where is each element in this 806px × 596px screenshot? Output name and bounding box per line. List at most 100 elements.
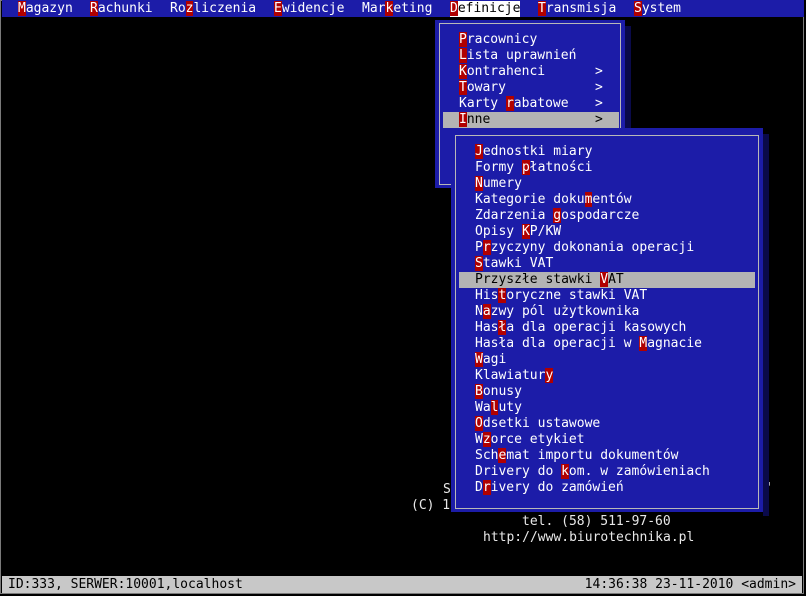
menu-item-towary[interactable]: Towary [459,80,506,96]
submenu-item[interactable]: Przyszłe stawki VAT [459,272,755,288]
item-text: Hasła dla operacji w [475,336,640,351]
menu-transmisja[interactable]: Transmisja [538,1,616,17]
item-text: agnacie [647,336,702,351]
hotkey-letter: r [482,240,491,255]
item-text: AT [608,272,624,287]
item-text: mat importu dokumentów [506,448,679,463]
item-text: zyczyny dokonania operacji [490,240,695,255]
submenu-item[interactable]: Schemat importu dokumentów [475,448,679,464]
status-bar: ID:333, SERWER:10001,localhost 14:36:38 … [2,576,802,593]
menu-item-lista-uprawnien[interactable]: Lista uprawnień [459,48,576,64]
menu-marketing[interactable]: Marketing [362,1,432,17]
item-text: racownicy [466,32,538,47]
menu-rachunki[interactable]: Rachunki [90,1,153,17]
item-text: abatowe [513,96,569,111]
item-text: onusy [482,384,522,399]
submenu-arrow-icon: > [595,112,603,127]
status-connection-info: ID:333, SERWER:10001,localhost [8,577,243,592]
item-text: Zdarzenia [475,208,554,223]
item-text: om. w zamówieniach [568,464,710,479]
item-text: tawki VAT [482,256,554,271]
item-text: Kategorie doku [475,192,585,207]
hotkey-letter: N [475,176,483,191]
submenu-item[interactable]: Wzorce etykiet [475,432,585,448]
hotkey-letter: k [561,464,569,479]
submenu-item[interactable]: Klawiatury [475,368,554,384]
menu-label: ystem [641,1,681,16]
item-text: umery [482,176,522,191]
submenu-item[interactable]: Wagi [475,352,506,368]
menu-bar: Magazyn Rachunki Rozliczenia Ewidencje M… [2,0,804,17]
hotkey-letter: M [18,1,26,16]
item-text: łatności [529,160,593,175]
submenu-item[interactable]: Zdarzenia gospodarcze [475,208,639,224]
hotkey-letter: S [475,256,483,271]
menu-label: ransmisja [545,1,617,16]
status-clock-user: 14:36:38 23-11-2010 <admin> [584,577,796,592]
item-text: ednostki miary [482,144,593,159]
hotkey-letter: J [475,144,483,159]
item-text: ista uprawnień [466,48,577,63]
menu-magazyn[interactable]: Magazyn [18,1,73,17]
submenu-item[interactable]: Jednostki miary [475,144,592,160]
item-text: Sch [475,448,499,463]
item-text: N [475,304,483,319]
hotkey-letter: D [450,1,458,16]
menu-item-inne[interactable]: Inne [443,112,619,128]
item-text: Klawiatur [475,368,546,383]
menu-definicje[interactable]: Definicje [450,1,521,17]
submenu-item[interactable]: Bonusy [475,384,522,400]
item-text: P [475,240,483,255]
inne-submenu: Jednostki miary Formy płatności Numery Kate… [451,128,763,512]
item-text: Przyszłe stawki [475,272,601,287]
item-text: Opisy [475,224,522,239]
submenu-item[interactable]: Opisy KP/KW [475,224,561,240]
item-text: His [475,288,499,303]
submenu-item[interactable]: Hasła dla operacji kasowych [475,320,686,336]
item-text: ivery do zamówień [490,480,624,495]
submenu-item[interactable]: Nazwy pól użytkownika [475,304,639,320]
item-text: Drivery do [475,464,562,479]
menu-system[interactable]: System [634,1,681,17]
item-text: ospodarcze [561,208,640,223]
menu-item-pracownicy[interactable]: Pracownicy [459,32,537,48]
hotkey-letter: L [459,48,467,63]
menu-ewidencje[interactable]: Ewidencje [274,1,344,17]
submenu-item[interactable]: Numery [475,176,522,192]
menu-label: achunki [97,1,153,16]
hotkey-letter: g [553,208,562,223]
submenu-item[interactable]: Drivery do zamówień [475,480,624,496]
hotkey-letter: V [600,272,609,287]
splash-phone: tel. (58) 511-97-60 [522,514,671,529]
menu-item-karty-rabatowe[interactable]: Karty rabatowe [459,96,569,112]
item-text: ontrahenci [466,64,546,79]
hotkey-letter: p [521,160,530,175]
hotkey-letter: T [538,1,546,16]
submenu-item[interactable]: Kategorie dokumentów [475,192,632,208]
submenu-item[interactable]: Stawki VAT [475,256,553,272]
hotkey-letter: E [274,1,282,16]
item-text: Karty [459,96,506,111]
hotkey-letter: B [475,384,483,399]
submenu-item[interactable]: Drivery do kom. w zamówieniach [475,464,710,480]
submenu-item[interactable]: Historyczne stawki VAT [475,288,647,304]
splash-copyright: (C) 1 [411,498,451,513]
submenu-item[interactable]: Waluty [475,400,522,416]
menu-label: Ro [170,1,186,16]
submenu-item[interactable]: Formy płatności [475,160,592,176]
submenu-item[interactable]: Hasła dla operacji w Magnacie [475,336,702,352]
hotkey-letter: O [475,416,483,431]
submenu-item[interactable]: Odsetki ustawowe [475,416,600,432]
submenu-arrow-icon: > [595,80,603,95]
item-text: D [475,480,483,495]
item-text: oryczne stawki VAT [506,288,648,303]
item-text: W [475,432,483,447]
submenu-item[interactable]: Przyczyny dokonania operacji [475,240,694,256]
item-text: dsetki ustawowe [482,416,601,431]
submenu-shadow [763,134,769,516]
hotkey-letter: T [459,80,467,95]
menu-rozliczenia[interactable]: Rozliczenia [170,1,256,17]
menu-label: Mar [362,1,386,16]
menu-item-kontrahenci[interactable]: Kontrahenci [459,64,545,80]
hotkey-letter: S [634,1,642,16]
